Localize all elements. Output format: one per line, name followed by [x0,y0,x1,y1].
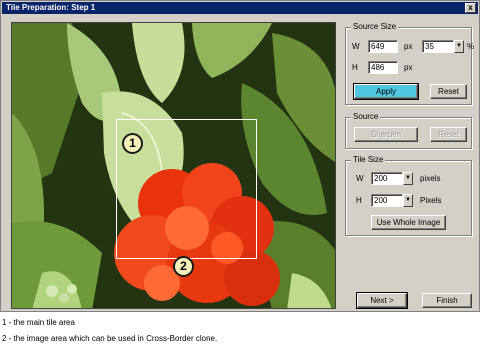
apply-button[interactable]: Apply [353,83,419,100]
percent-unit: % [467,42,475,51]
height-unit: px [404,63,413,72]
marker-1: 1 [122,133,143,154]
preview-image[interactable]: 1 2 [11,22,336,309]
tile-height-field[interactable]: 200 [371,194,403,207]
width-label: W [352,42,360,51]
finish-button[interactable]: Finish [422,293,472,308]
close-icon[interactable]: x [465,3,476,13]
tile-height-label: H [356,196,362,205]
sharpen-button[interactable]: Sharpen [354,127,418,142]
window-title: Tile Preparation: Step 1 [6,3,96,12]
tile-width-unit: pixels [420,174,441,183]
source-size-group: Source Size W 649 px 35 ▼ % H 486 px App… [345,22,475,105]
use-whole-image-button[interactable]: Use Whole Image [371,215,446,230]
dropdown-arrow-icon[interactable]: ▼ [403,172,413,185]
next-button[interactable]: Next > [356,292,408,309]
marker-2: 2 [173,256,194,277]
title-bar: Tile Preparation: Step 1 x [2,2,478,14]
source-title: Source [351,112,381,122]
source-group: Source Sharpen Reset [345,112,472,149]
height-label: H [352,63,358,72]
tile-preparation-window: Tile Preparation: Step 1 x 1 2 Source Si… [0,0,480,312]
tile-height-unit: Pixels [420,196,442,205]
tile-width-field[interactable]: 200 [371,172,403,185]
tile-width-label: W [356,174,364,183]
tile-size-title: Tile Size [351,155,386,165]
percent-field[interactable]: 35 [422,40,454,53]
caption-1: 1 - the main tile area [2,318,75,327]
tile-size-group: Tile Size W 200 ▼ pixels H 200 ▼ Pixels … [345,155,472,236]
source-size-title: Source Size [351,22,399,32]
dropdown-arrow-icon[interactable]: ▼ [403,194,413,207]
width-unit: px [404,42,413,51]
source-height-field[interactable]: 486 [368,61,398,74]
caption-2: 2 - the image area which can be used in … [2,334,218,343]
source-reset-button[interactable]: Reset [430,127,467,142]
dropdown-arrow-icon[interactable]: ▼ [454,40,464,53]
source-width-field[interactable]: 649 [368,40,398,53]
source-size-reset-button[interactable]: Reset [430,84,467,99]
